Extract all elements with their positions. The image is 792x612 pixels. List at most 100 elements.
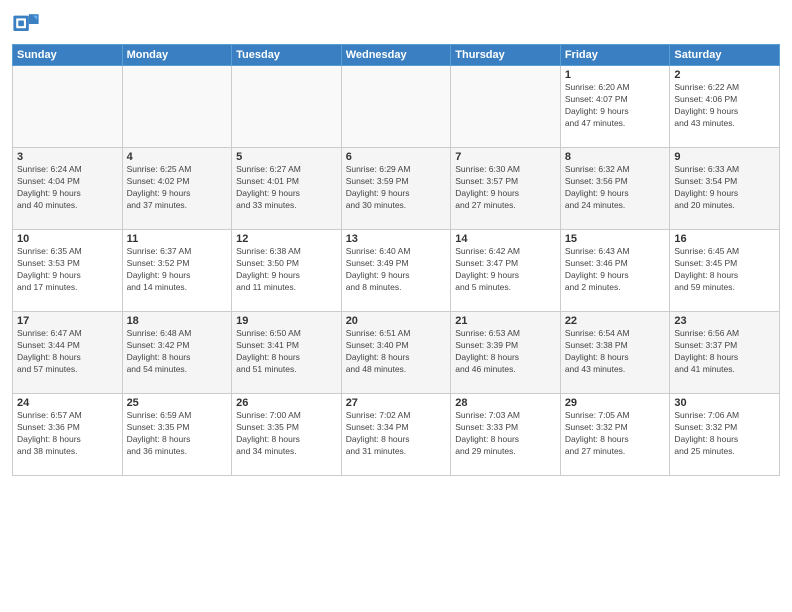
day-number: 15 [565, 233, 666, 245]
week-row-1: 3Sunrise: 6:24 AM Sunset: 4:04 PM Daylig… [13, 148, 780, 230]
weekday-header-row: SundayMondayTuesdayWednesdayThursdayFrid… [13, 45, 780, 66]
day-cell: 12Sunrise: 6:38 AM Sunset: 3:50 PM Dayli… [232, 230, 342, 312]
day-info: Sunrise: 6:25 AM Sunset: 4:02 PM Dayligh… [127, 164, 228, 212]
weekday-thursday: Thursday [451, 45, 561, 66]
logo [12, 10, 44, 38]
day-info: Sunrise: 6:50 AM Sunset: 3:41 PM Dayligh… [236, 328, 337, 376]
day-info: Sunrise: 7:03 AM Sunset: 3:33 PM Dayligh… [455, 410, 556, 458]
day-info: Sunrise: 6:35 AM Sunset: 3:53 PM Dayligh… [17, 246, 118, 294]
day-number: 16 [674, 233, 775, 245]
day-cell: 26Sunrise: 7:00 AM Sunset: 3:35 PM Dayli… [232, 394, 342, 476]
weekday-saturday: Saturday [670, 45, 780, 66]
day-number: 8 [565, 151, 666, 163]
day-info: Sunrise: 6:38 AM Sunset: 3:50 PM Dayligh… [236, 246, 337, 294]
day-info: Sunrise: 6:37 AM Sunset: 3:52 PM Dayligh… [127, 246, 228, 294]
day-info: Sunrise: 6:51 AM Sunset: 3:40 PM Dayligh… [346, 328, 447, 376]
day-cell: 16Sunrise: 6:45 AM Sunset: 3:45 PM Dayli… [670, 230, 780, 312]
week-row-4: 24Sunrise: 6:57 AM Sunset: 3:36 PM Dayli… [13, 394, 780, 476]
weekday-sunday: Sunday [13, 45, 123, 66]
day-number: 18 [127, 315, 228, 327]
day-info: Sunrise: 6:47 AM Sunset: 3:44 PM Dayligh… [17, 328, 118, 376]
day-number: 9 [674, 151, 775, 163]
day-number: 13 [346, 233, 447, 245]
day-number: 20 [346, 315, 447, 327]
day-info: Sunrise: 7:05 AM Sunset: 3:32 PM Dayligh… [565, 410, 666, 458]
day-cell: 3Sunrise: 6:24 AM Sunset: 4:04 PM Daylig… [13, 148, 123, 230]
day-number: 1 [565, 69, 666, 81]
day-cell: 7Sunrise: 6:30 AM Sunset: 3:57 PM Daylig… [451, 148, 561, 230]
day-info: Sunrise: 6:22 AM Sunset: 4:06 PM Dayligh… [674, 82, 775, 130]
day-number: 3 [17, 151, 118, 163]
day-number: 22 [565, 315, 666, 327]
day-cell: 6Sunrise: 6:29 AM Sunset: 3:59 PM Daylig… [341, 148, 451, 230]
day-info: Sunrise: 6:24 AM Sunset: 4:04 PM Dayligh… [17, 164, 118, 212]
day-cell [232, 66, 342, 148]
week-row-3: 17Sunrise: 6:47 AM Sunset: 3:44 PM Dayli… [13, 312, 780, 394]
day-number: 10 [17, 233, 118, 245]
day-number: 6 [346, 151, 447, 163]
day-info: Sunrise: 6:48 AM Sunset: 3:42 PM Dayligh… [127, 328, 228, 376]
day-info: Sunrise: 6:57 AM Sunset: 3:36 PM Dayligh… [17, 410, 118, 458]
day-cell: 4Sunrise: 6:25 AM Sunset: 4:02 PM Daylig… [122, 148, 232, 230]
day-info: Sunrise: 6:33 AM Sunset: 3:54 PM Dayligh… [674, 164, 775, 212]
day-number: 23 [674, 315, 775, 327]
day-number: 17 [17, 315, 118, 327]
day-cell: 20Sunrise: 6:51 AM Sunset: 3:40 PM Dayli… [341, 312, 451, 394]
day-cell: 11Sunrise: 6:37 AM Sunset: 3:52 PM Dayli… [122, 230, 232, 312]
day-cell [341, 66, 451, 148]
day-number: 2 [674, 69, 775, 81]
day-info: Sunrise: 6:40 AM Sunset: 3:49 PM Dayligh… [346, 246, 447, 294]
day-cell: 13Sunrise: 6:40 AM Sunset: 3:49 PM Dayli… [341, 230, 451, 312]
day-cell: 14Sunrise: 6:42 AM Sunset: 3:47 PM Dayli… [451, 230, 561, 312]
day-number: 7 [455, 151, 556, 163]
day-cell: 10Sunrise: 6:35 AM Sunset: 3:53 PM Dayli… [13, 230, 123, 312]
day-number: 28 [455, 397, 556, 409]
day-cell: 28Sunrise: 7:03 AM Sunset: 3:33 PM Dayli… [451, 394, 561, 476]
day-number: 24 [17, 397, 118, 409]
day-info: Sunrise: 6:30 AM Sunset: 3:57 PM Dayligh… [455, 164, 556, 212]
day-info: Sunrise: 6:54 AM Sunset: 3:38 PM Dayligh… [565, 328, 666, 376]
day-number: 27 [346, 397, 447, 409]
day-cell: 29Sunrise: 7:05 AM Sunset: 3:32 PM Dayli… [560, 394, 670, 476]
day-info: Sunrise: 6:27 AM Sunset: 4:01 PM Dayligh… [236, 164, 337, 212]
header [12, 10, 780, 38]
calendar: SundayMondayTuesdayWednesdayThursdayFrid… [12, 44, 780, 476]
day-number: 19 [236, 315, 337, 327]
day-number: 14 [455, 233, 556, 245]
day-number: 21 [455, 315, 556, 327]
day-info: Sunrise: 6:59 AM Sunset: 3:35 PM Dayligh… [127, 410, 228, 458]
day-number: 29 [565, 397, 666, 409]
day-number: 5 [236, 151, 337, 163]
day-cell: 21Sunrise: 6:53 AM Sunset: 3:39 PM Dayli… [451, 312, 561, 394]
day-info: Sunrise: 6:43 AM Sunset: 3:46 PM Dayligh… [565, 246, 666, 294]
day-number: 25 [127, 397, 228, 409]
day-info: Sunrise: 6:42 AM Sunset: 3:47 PM Dayligh… [455, 246, 556, 294]
day-info: Sunrise: 7:02 AM Sunset: 3:34 PM Dayligh… [346, 410, 447, 458]
day-cell: 25Sunrise: 6:59 AM Sunset: 3:35 PM Dayli… [122, 394, 232, 476]
day-info: Sunrise: 6:20 AM Sunset: 4:07 PM Dayligh… [565, 82, 666, 130]
weekday-tuesday: Tuesday [232, 45, 342, 66]
day-cell: 24Sunrise: 6:57 AM Sunset: 3:36 PM Dayli… [13, 394, 123, 476]
day-cell [122, 66, 232, 148]
weekday-wednesday: Wednesday [341, 45, 451, 66]
day-info: Sunrise: 7:06 AM Sunset: 3:32 PM Dayligh… [674, 410, 775, 458]
day-info: Sunrise: 6:29 AM Sunset: 3:59 PM Dayligh… [346, 164, 447, 212]
day-cell: 15Sunrise: 6:43 AM Sunset: 3:46 PM Dayli… [560, 230, 670, 312]
day-cell: 30Sunrise: 7:06 AM Sunset: 3:32 PM Dayli… [670, 394, 780, 476]
day-info: Sunrise: 6:45 AM Sunset: 3:45 PM Dayligh… [674, 246, 775, 294]
day-cell: 1Sunrise: 6:20 AM Sunset: 4:07 PM Daylig… [560, 66, 670, 148]
day-info: Sunrise: 6:32 AM Sunset: 3:56 PM Dayligh… [565, 164, 666, 212]
week-row-2: 10Sunrise: 6:35 AM Sunset: 3:53 PM Dayli… [13, 230, 780, 312]
logo-icon [12, 10, 40, 38]
day-cell: 9Sunrise: 6:33 AM Sunset: 3:54 PM Daylig… [670, 148, 780, 230]
day-cell [13, 66, 123, 148]
weekday-monday: Monday [122, 45, 232, 66]
day-info: Sunrise: 6:53 AM Sunset: 3:39 PM Dayligh… [455, 328, 556, 376]
day-info: Sunrise: 6:56 AM Sunset: 3:37 PM Dayligh… [674, 328, 775, 376]
day-number: 4 [127, 151, 228, 163]
day-cell: 5Sunrise: 6:27 AM Sunset: 4:01 PM Daylig… [232, 148, 342, 230]
day-cell: 2Sunrise: 6:22 AM Sunset: 4:06 PM Daylig… [670, 66, 780, 148]
day-info: Sunrise: 7:00 AM Sunset: 3:35 PM Dayligh… [236, 410, 337, 458]
day-number: 26 [236, 397, 337, 409]
day-cell: 17Sunrise: 6:47 AM Sunset: 3:44 PM Dayli… [13, 312, 123, 394]
